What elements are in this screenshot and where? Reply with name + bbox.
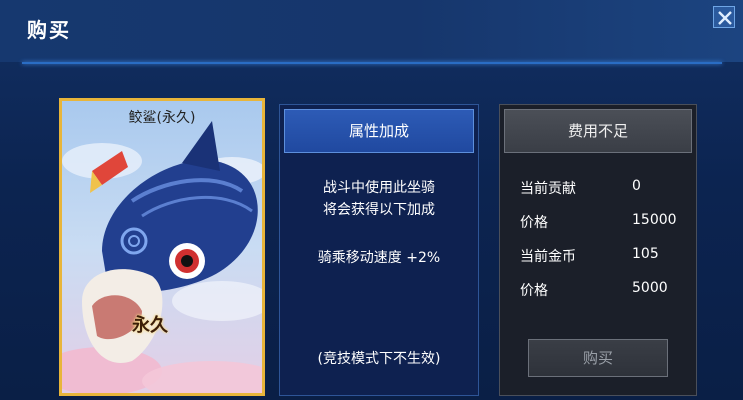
mount-card: 鲛鲨(永久) 永久 <box>59 98 265 396</box>
dialog-title: 购买 <box>27 18 71 42</box>
attribute-note: (竞技模式下不生效) <box>317 351 441 367</box>
buy-button[interactable]: 购买 <box>528 339 668 377</box>
title-bar: 购买 <box>0 0 743 62</box>
cost-label: 价格 <box>520 215 548 231</box>
permanent-badge: 永久 <box>132 315 168 336</box>
mount-illustration <box>62 121 262 393</box>
cost-value: 5000 <box>632 280 668 296</box>
cost-label: 当前贡献 <box>520 181 576 197</box>
purchase-dialog: 购买 鲛鲨(永久) 永久 属性加成 战斗中使用此坐骑 将会获得以下加成 骑乘移动… <box>0 0 743 400</box>
cost-label: 价格 <box>520 283 548 299</box>
cost-panel: 费用不足 当前贡献 0 价格 15000 当前金币 105 价格 5000 购买 <box>499 104 697 396</box>
attribute-header: 属性加成 <box>284 109 474 153</box>
cost-label: 当前金币 <box>520 249 576 265</box>
cost-value: 15000 <box>632 212 677 228</box>
attribute-desc-line1: 战斗中使用此坐骑 <box>323 180 435 196</box>
cost-value: 0 <box>632 178 641 194</box>
close-icon <box>718 11 732 25</box>
cost-value: 105 <box>632 246 659 262</box>
mount-name: 鲛鲨(永久) <box>128 110 196 126</box>
close-button[interactable] <box>713 6 735 28</box>
attribute-desc-line2: 将会获得以下加成 <box>323 202 435 218</box>
title-divider <box>22 62 722 64</box>
attribute-bonus: 骑乘移动速度 +2% <box>317 250 441 266</box>
attribute-panel: 属性加成 战斗中使用此坐骑 将会获得以下加成 骑乘移动速度 +2% (竞技模式下… <box>279 104 479 396</box>
cost-header: 费用不足 <box>504 109 692 153</box>
